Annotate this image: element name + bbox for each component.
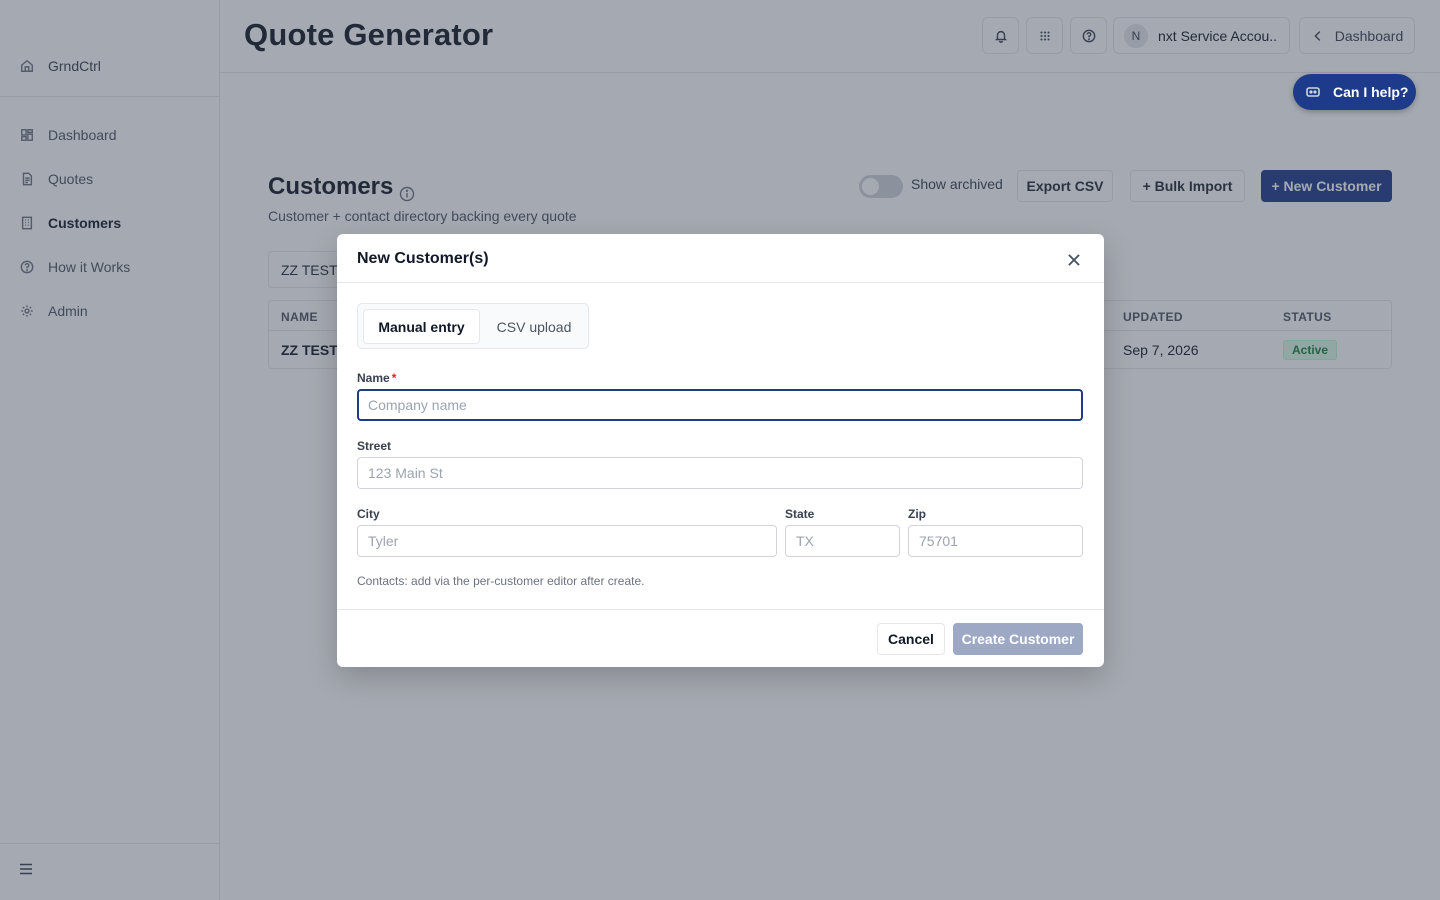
help-pill-label: Can I help? [1333,84,1409,100]
close-dialog-button[interactable] [1065,251,1083,269]
state-input[interactable] [785,525,900,557]
name-input[interactable] [357,389,1083,421]
name-label-text: Name [357,371,390,385]
create-customer-button[interactable]: Create Customer [953,623,1083,655]
name-label: Name * [357,371,396,385]
cancel-button[interactable]: Cancel [877,623,945,655]
tab-manual-entry[interactable]: Manual entry [363,309,480,344]
new-customer-dialog: New Customer(s) Manual entry CSV upload … [337,234,1104,667]
street-input[interactable] [357,457,1083,489]
tab-csv-upload[interactable]: CSV upload [484,309,584,344]
contacts-note: Contacts: add via the per-customer edito… [357,574,645,588]
zip-input[interactable] [908,525,1083,557]
city-input[interactable] [357,525,777,557]
entry-mode-tabs: Manual entry CSV upload [357,303,589,349]
dialog-title: New Customer(s) [357,250,489,267]
state-label: State [785,507,815,521]
close-icon [1068,254,1080,266]
dialog-divider [337,282,1104,283]
dialog-divider [337,609,1104,610]
city-label: City [357,507,380,521]
street-label: Street [357,439,392,453]
chat-bot-icon [1306,87,1320,97]
zip-label: Zip [908,507,926,521]
required-mark: * [391,371,397,385]
can-i-help-button[interactable]: Can I help? [1293,74,1416,110]
